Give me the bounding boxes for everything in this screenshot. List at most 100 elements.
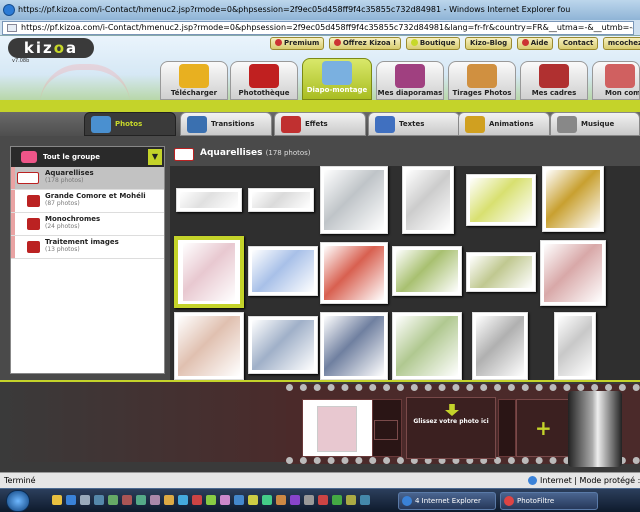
ie-quicklaunch-icon[interactable]: [66, 495, 76, 505]
photo-thumbnail[interactable]: [540, 240, 606, 306]
help-link[interactable]: Aide: [516, 37, 554, 50]
nav-phototheque[interactable]: Photothèque: [230, 61, 298, 100]
transition-slot[interactable]: [372, 399, 402, 457]
taskbar-ie[interactable]: 4 Internet Explorer: [398, 492, 496, 510]
photo-image: [470, 256, 532, 288]
explorer-icon[interactable]: [94, 495, 104, 505]
app-icon[interactable]: [234, 495, 244, 505]
app-icon[interactable]: [164, 495, 174, 505]
nav-tirages-photos[interactable]: Tirages Photos: [448, 61, 516, 100]
app-icon[interactable]: [290, 495, 300, 505]
top-links: Premium Offrez Kizoa ! Boutique Kizo-Blo…: [270, 37, 640, 51]
account-link[interactable]: mcochez@ym: [602, 37, 640, 50]
photo-thumbnail[interactable]: [174, 236, 244, 308]
globe-icon: [528, 476, 537, 485]
folder-icon[interactable]: [52, 495, 62, 505]
album-item[interactable]: Traitement images (13 photos): [11, 236, 164, 259]
shop-icon: [410, 39, 418, 46]
app-icon[interactable]: [360, 495, 370, 505]
tab-effets[interactable]: Effets: [274, 112, 366, 136]
app-icon[interactable]: [346, 495, 356, 505]
main-area: Tout le groupe ▼ Aquarellises (178 photos…: [0, 136, 640, 380]
shop-link[interactable]: Boutique: [405, 37, 461, 50]
nav-diapo-montage[interactable]: Diapo-montage: [302, 58, 372, 100]
photo-thumbnail[interactable]: [248, 316, 318, 374]
photo-thumbnail[interactable]: [248, 188, 314, 212]
tab-transitions[interactable]: Transitions: [180, 112, 272, 136]
app-icon[interactable]: [150, 495, 160, 505]
group-icon: [21, 151, 37, 163]
kizoa-logo[interactable]: kizoa: [8, 38, 94, 58]
nav-telecharger[interactable]: Télécharger: [160, 61, 228, 100]
book-icon: [17, 172, 39, 184]
tab-textes[interactable]: Textes: [368, 112, 460, 136]
timeline-area: Glissez votre photo ici +: [0, 380, 640, 472]
album-item[interactable]: Monochromes (24 photos): [11, 213, 164, 236]
chevron-down-icon[interactable]: ▼: [148, 149, 162, 165]
open-book-icon: [174, 148, 194, 161]
app-icon[interactable]: [276, 495, 286, 505]
ie-icon: [402, 496, 412, 506]
photo-thumbnail[interactable]: [466, 252, 536, 292]
upload-icon: [179, 64, 209, 88]
photo-thumbnail[interactable]: [392, 246, 462, 296]
desktop-icon[interactable]: [80, 495, 90, 505]
app-icon[interactable]: [206, 495, 216, 505]
photo-thumbnail[interactable]: [402, 166, 454, 234]
tab-animations[interactable]: Animations: [458, 112, 550, 136]
group-select[interactable]: Tout le groupe ▼: [11, 147, 164, 167]
book-icon: [27, 241, 40, 253]
photo-thumbnail[interactable]: [320, 242, 388, 304]
app-icon[interactable]: [178, 495, 188, 505]
photo-thumbnail[interactable]: [472, 312, 528, 380]
photo-thumbnail[interactable]: [320, 166, 388, 234]
premium-icon: [275, 39, 282, 46]
nav-mes-diaporamas[interactable]: Mes diaporamas: [376, 61, 444, 100]
photo-thumbnail[interactable]: [320, 312, 388, 380]
app-icon[interactable]: [304, 495, 314, 505]
add-slide-button[interactable]: +: [516, 399, 576, 457]
app-icon[interactable]: [220, 495, 230, 505]
photo-thumbnail[interactable]: [554, 312, 596, 380]
address-field[interactable]: https://pf.kizoa.com/i-Contact/hmenuc2.j…: [2, 21, 634, 35]
app-icon[interactable]: [262, 495, 272, 505]
premium-link[interactable]: Premium: [270, 37, 325, 50]
page-icon: [7, 24, 17, 32]
app-icon[interactable]: [248, 495, 258, 505]
security-zone[interactable]: Internet | Mode protégé : activ: [528, 473, 640, 488]
photo-thumbnail[interactable]: [176, 188, 242, 212]
album-item[interactable]: Aquarellises (178 photos): [11, 167, 164, 190]
photo-thumbnail[interactable]: [392, 312, 462, 380]
window-title: https://pf.kizoa.com/i-Contact/hmenuc2.j…: [18, 5, 571, 14]
blog-link[interactable]: Kizo-Blog: [464, 37, 513, 50]
app-icon[interactable]: [192, 495, 202, 505]
address-url: https://pf.kizoa.com/i-Contact/hmenuc2.j…: [21, 23, 634, 32]
app-icon[interactable]: [136, 495, 146, 505]
photo-thumbnail[interactable]: [542, 166, 604, 232]
photo-thumbnail[interactable]: [174, 312, 244, 380]
app-icon[interactable]: [318, 495, 328, 505]
start-button[interactable]: [6, 490, 30, 512]
tab-photos[interactable]: Photos: [84, 112, 176, 136]
slideshows-icon: [395, 64, 425, 88]
timeline-frame[interactable]: [302, 399, 374, 457]
contact-link[interactable]: Contact: [557, 37, 599, 50]
nav-mes-cadres[interactable]: Mes cadres: [520, 61, 588, 100]
taskbar-photofiltre[interactable]: PhotoFiltre: [500, 492, 598, 510]
gift-link[interactable]: Offrez Kizoa !: [328, 37, 402, 50]
drop-zone[interactable]: Glissez votre photo ici: [406, 397, 496, 459]
transition-slot[interactable]: [498, 399, 516, 457]
app-icon[interactable]: [332, 495, 342, 505]
film-canister-icon: [568, 391, 622, 467]
tab-musique[interactable]: Musique: [550, 112, 640, 136]
app-icon[interactable]: [108, 495, 118, 505]
photo-image: [396, 250, 458, 292]
photo-image: [180, 192, 238, 208]
photo-thumbnail[interactable]: [248, 246, 318, 296]
album-item[interactable]: Grande Comore et Mohéli (87 photos): [11, 190, 164, 213]
photo-thumbnail[interactable]: [466, 174, 536, 226]
app-icon[interactable]: [122, 495, 132, 505]
arrow-down-icon: [445, 404, 459, 416]
nav-mon-compte[interactable]: Mon comp: [592, 61, 640, 100]
music-icon: [557, 116, 577, 133]
